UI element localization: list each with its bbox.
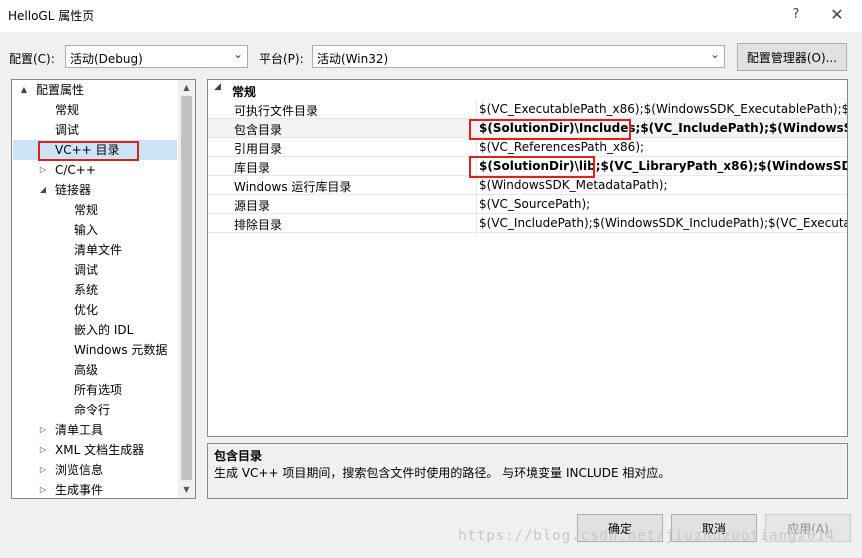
description-title: 包含目录 [214,449,263,463]
platform-value: 活动(Win32) [317,52,389,66]
tree-item-label: 清单工具 [55,423,104,437]
tree-item-label: 清单文件 [74,243,123,257]
grid-row-winrt-dirs[interactable]: Windows 运行库目录 $(WindowsSDK_MetadataPath)… [208,176,847,195]
config-manager-button[interactable]: 配置管理器(O)... [737,43,847,71]
tree-item-label: 调试 [55,123,80,137]
tree-item-label: 常规 [74,203,99,217]
property-value-rest: $(VC_IncludePath);$(WindowsSDK_In [640,121,847,135]
tree-item-label: C/C++ [55,163,96,177]
grid-row-exclude-dirs[interactable]: 排除目录 $(VC_IncludePath);$(WindowsSDK_Incl… [208,214,848,233]
property-name: 排除目录 [234,218,283,232]
collapse-icon[interactable]: ▲ [18,80,30,100]
property-value: $(VC_SourcePath); [479,197,591,211]
tree-item-label: 所有选项 [74,383,123,397]
grid-row-source-dirs[interactable]: 源目录 $(VC_SourcePath); [208,195,847,214]
property-value: $(VC_ExecutablePath_x86);$(WindowsSDK_Ex… [479,102,848,116]
tree-scrollbar[interactable]: ▲ ▼ [178,80,195,498]
chevron-down-icon: ⌄ [232,47,243,61]
title-bar: HelloGL 属性页 ? ✕ [0,0,862,32]
description-text: 生成 VC++ 项目期间，搜索包含文件时使用的路径。 与环境变量 INCLUDE… [214,466,671,480]
property-tree: ▲ 配置属性 常规 调试 VC++ 目录 ▷ C/C++ ◢ 链接器 常规 输入… [11,79,196,499]
highlight-box-vc-directories [38,141,139,161]
scrollbar-thumb[interactable] [181,96,192,480]
tree-item-label: 输入 [74,223,99,237]
property-name: 可执行文件目录 [234,104,319,118]
highlight-box-include-dirs [469,119,631,140]
grid-row-executable-dirs[interactable]: 可执行文件目录 $(VC_ExecutablePath_x86);$(Windo… [208,100,848,119]
expand-icon[interactable]: ▷ [37,160,49,180]
property-grid: ◢ 常规 可执行文件目录 $(VC_ExecutablePath_x86);$(… [207,79,848,437]
property-value: $(VC_ReferencesPath_x86); [479,140,645,154]
scroll-down-icon[interactable]: ▼ [178,482,195,498]
tree-item-label: 链接器 [55,183,92,197]
collapse-icon[interactable]: ◢ [214,82,221,92]
highlight-box-library-dirs [469,156,595,178]
grid-group-label: 常规 [232,85,257,99]
tree-item-label: 调试 [74,263,99,277]
grid-group-general[interactable]: ◢ 常规 [208,80,847,100]
config-value: 活动(Debug) [70,52,143,66]
tree-item-label: 优化 [74,303,99,317]
platform-label: 平台(P): [259,52,304,66]
watermark: https://blog.csdn.net/jiuzhuzuotiang2014 [458,528,836,544]
config-dropdown[interactable]: 活动(Debug) ⌄ [65,45,248,68]
tree-item-label: 生成事件 [55,483,104,497]
config-label: 配置(C): [9,52,55,66]
scroll-up-icon[interactable]: ▲ [178,80,195,96]
grid-row-reference-dirs[interactable]: 引用目录 $(VC_ReferencesPath_x86); [208,138,847,157]
property-name: 引用目录 [234,142,283,156]
tree-item-label: 浏览信息 [55,463,104,477]
expand-icon[interactable]: ▷ [37,440,49,460]
property-name: 源目录 [234,199,271,213]
property-name: Windows 运行库目录 [234,180,352,194]
property-value-rest: $(VC_LibraryPath_x86);$(WindowsSDK_Lib [600,159,848,173]
tree-item-label: Windows 元数据 [74,343,168,357]
tree-item-label: 命令行 [74,403,111,417]
tree-item-label: 系统 [74,283,99,297]
chevron-down-icon: ⌄ [709,47,720,61]
expand-icon[interactable]: ▷ [37,480,49,498]
tree-item-label: 高级 [74,363,99,377]
platform-dropdown[interactable]: 活动(Win32) ⌄ [312,45,725,68]
config-manager-label: 配置管理器(O)... [746,51,838,65]
window-title: HelloGL 属性页 [8,9,95,23]
tree-item-label: 嵌入的 IDL [74,323,134,337]
property-value: $(VC_IncludePath);$(WindowsSDK_IncludePa… [479,216,848,230]
property-name: 库目录 [234,161,271,175]
property-name: 包含目录 [234,123,283,137]
help-button[interactable]: ? [788,5,804,25]
expand-icon[interactable]: ▷ [37,460,49,480]
tree-item-label: 配置属性 [36,83,85,97]
tree-item-label: 常规 [55,103,80,117]
close-button[interactable]: ✕ [826,4,848,26]
collapse-icon[interactable]: ◢ [37,180,49,200]
description-panel: 包含目录 生成 VC++ 项目期间，搜索包含文件时使用的路径。 与环境变量 IN… [207,443,848,499]
tree-item-label: XML 文档生成器 [55,443,145,457]
property-value: $(WindowsSDK_MetadataPath); [479,178,668,192]
expand-icon[interactable]: ▷ [37,420,49,440]
